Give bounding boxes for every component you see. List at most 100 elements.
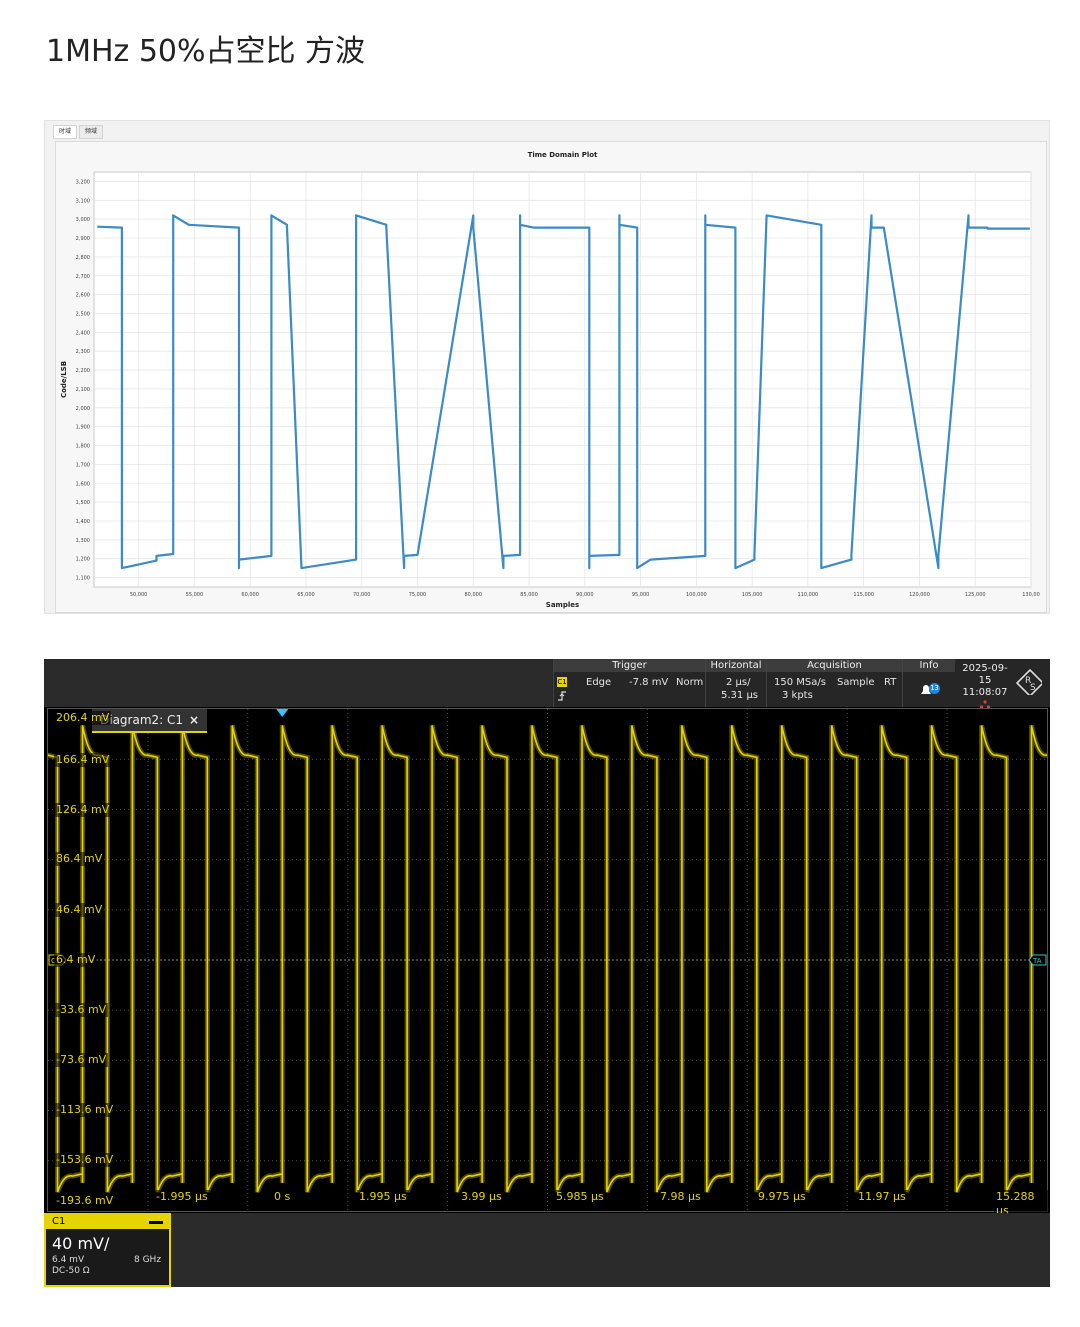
rohde-schwarz-logo-icon: R S: [1016, 669, 1042, 695]
y-tick-label: 1,800: [76, 444, 90, 450]
acquisition-block[interactable]: Acquisition 150 MSa/s Sample RT 3 kpts: [766, 659, 902, 707]
close-icon[interactable]: ×: [189, 713, 199, 727]
y-tick-label: 2,700: [76, 274, 90, 280]
notification-count: 13: [929, 683, 940, 694]
y-label-1: 166.4 mV: [54, 753, 112, 767]
acquisition-rate: 150 MSa/s: [774, 677, 826, 688]
y-tick-label: 2,200: [76, 368, 90, 374]
y-tick-label: 2,500: [76, 311, 90, 317]
x-tick-label: 125,000: [965, 592, 986, 598]
y-label-2: 126.4 mV: [54, 803, 112, 817]
adc-tab-bar: 时域 频域: [53, 125, 105, 139]
x-label-6: 9.975 µs: [756, 1190, 808, 1204]
channel-bandwidth: 8 GHz: [134, 1255, 162, 1265]
waveform-trace: [44, 725, 1050, 1193]
channel-c1-box[interactable]: C1 40 mV/ 6.4 mV 8 GHz DC-50 Ω: [44, 1213, 171, 1287]
channel-scale: 40 mV/: [52, 1234, 110, 1253]
y-tick-label: 2,100: [76, 387, 90, 393]
minimize-icon[interactable]: [149, 1221, 163, 1224]
plot-background: [93, 171, 1032, 588]
tab-frequency-domain[interactable]: 频域: [79, 125, 104, 139]
adc-plot-area: Time Domain Plot 1,100 1,200 1,300 1,400 1,50…: [55, 141, 1047, 613]
y-label-10: -193.6 mV: [54, 1194, 116, 1208]
y-label-6: -33.6 mV: [54, 1003, 109, 1017]
y-tick-label: 1,100: [76, 576, 90, 582]
x-tick-label: 65,000: [297, 592, 315, 598]
trigger-header: Trigger: [554, 659, 705, 672]
y-label-4: 46.4 mV: [54, 903, 105, 917]
y-label-8: -113.6 mV: [54, 1103, 116, 1117]
y-tick-label: 1,700: [76, 462, 90, 468]
x-tick-label: 55,000: [186, 592, 204, 598]
trigger-level: -7.8 mV: [629, 677, 669, 688]
time-domain-plot: Time Domain Plot 1,100 1,200 1,300 1,400 1,50…: [60, 151, 1040, 609]
y-label-9: -153.6 mV: [54, 1153, 116, 1167]
y-tick-label: 3,100: [76, 198, 90, 204]
y-tick-label: 1,400: [76, 519, 90, 525]
oscilloscope-screen: Trigger C1 Edge -7.8 mV Norm Horizontal …: [44, 659, 1050, 1287]
chart-title: Time Domain Plot: [528, 151, 598, 159]
y-label-3: 86.4 mV: [54, 852, 105, 866]
trigger-channel-badge: C1: [557, 677, 567, 687]
y-tick-label: 3,000: [76, 217, 90, 223]
trigger-type: Edge: [586, 677, 612, 688]
trigger-mode: Norm: [676, 677, 704, 688]
scope-toolbar-empty: [44, 659, 552, 707]
x-label-5: 7.98 µs: [658, 1190, 703, 1204]
y-tick-label: 1,300: [76, 538, 90, 544]
x-tick-label: 130,00: [1022, 592, 1040, 598]
adc-time-domain-panel: 时域 频域 Time Domain Plot 1,100 1,200 1,300 1,4…: [44, 120, 1050, 614]
channel-c1-header: C1: [46, 1215, 169, 1229]
y-tick-label: 1,500: [76, 500, 90, 506]
channel-offset: 6.4 mV: [52, 1255, 85, 1265]
acquisition-mode: Sample: [837, 677, 875, 688]
x-tick-label: 90,000: [576, 592, 594, 598]
scope-bottom-bar: [171, 1213, 1050, 1287]
info-block[interactable]: Info 13: [902, 659, 955, 707]
scope-waveform: C1TA: [44, 709, 1050, 1211]
waveform-persistence: [44, 724, 1050, 1193]
y-tick-label: 1,900: [76, 425, 90, 431]
x-tick-label: 110,000: [798, 592, 819, 598]
x-tick-label: 120,000: [909, 592, 930, 598]
y-tick-label: 2,300: [76, 349, 90, 355]
scope-top-bar: Trigger C1 Edge -7.8 mV Norm Horizontal …: [44, 659, 1050, 709]
svg-text:S: S: [1030, 683, 1036, 693]
rising-edge-icon: [558, 691, 566, 701]
trigger-position-marker[interactable]: [276, 709, 289, 717]
x-tick-label: 115,000: [853, 592, 874, 598]
y-tick-label: 2,900: [76, 236, 90, 242]
horizontal-scale: 2 µs/: [726, 677, 751, 688]
tab-time-domain[interactable]: 时域: [53, 125, 78, 139]
y-axis-label: Code/LSB: [60, 361, 68, 398]
acquisition-rt: RT: [884, 677, 897, 688]
x-tick-label: 60,000: [241, 592, 259, 598]
x-tick-label: 95,000: [632, 592, 650, 598]
x-label-4: 5.985 µs: [554, 1190, 606, 1204]
y-label-7: -73.6 mV: [54, 1053, 109, 1067]
diagram-tab-label: Diagram2: C1: [100, 713, 184, 727]
acquisition-header: Acquisition: [767, 659, 902, 672]
horizontal-block[interactable]: Horizontal 2 µs/ 5.31 µs: [705, 659, 766, 707]
page-title: 1MHz 50%占空比 方波: [46, 34, 366, 69]
y-label-5: 6.4 mV: [54, 953, 98, 967]
trigger-block[interactable]: Trigger C1 Edge -7.8 mV Norm: [553, 659, 705, 707]
y-tick-label: 2,600: [76, 293, 90, 299]
acquisition-points: 3 kpts: [782, 690, 813, 701]
y-label-0: 206.4 mV: [54, 711, 112, 725]
ta-marker-label: TA: [1032, 957, 1042, 965]
channel-offset-row: 6.4 mV 8 GHz: [46, 1255, 169, 1266]
horizontal-header: Horizontal: [706, 659, 766, 672]
y-tick-label: 1,200: [76, 557, 90, 563]
channel-name: C1: [52, 1216, 66, 1227]
x-tick-label: 80,000: [465, 592, 483, 598]
y-tick-label: 2,000: [76, 406, 90, 412]
channel-coupling: DC-50 Ω: [52, 1266, 90, 1276]
time-text: 11:08:07: [962, 687, 1008, 698]
x-label-2: 1.995 µs: [357, 1190, 409, 1204]
x-tick-label: 85,000: [520, 592, 538, 598]
info-header: Info: [903, 659, 955, 672]
x-label-7: 11.97 µs: [856, 1190, 908, 1204]
x-tick-label: 100,000: [686, 592, 707, 598]
x-tick-label: 50,000: [130, 592, 148, 598]
